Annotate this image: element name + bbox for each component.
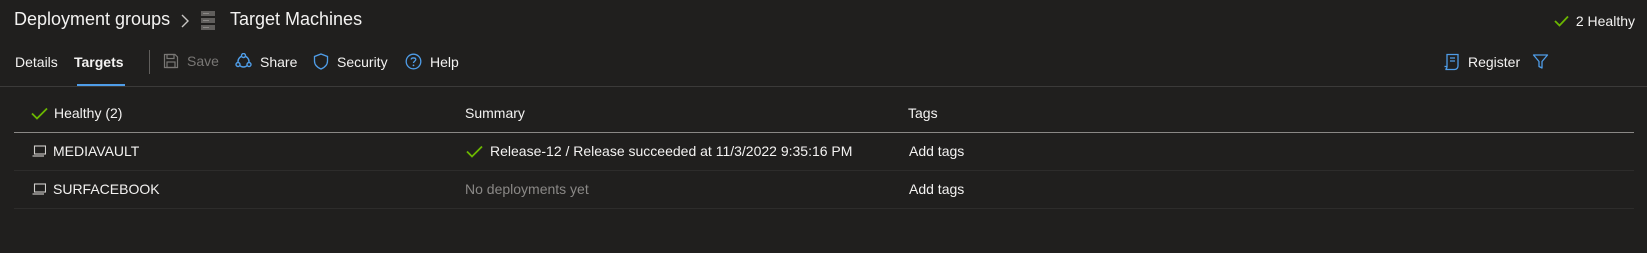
checkmark-icon (1554, 15, 1569, 27)
share-icon (235, 53, 252, 70)
help-icon (405, 53, 422, 70)
share-label: Share (260, 53, 298, 70)
chevron-right-icon (180, 14, 190, 28)
health-summary: 2 Healthy (1554, 13, 1635, 29)
tab-targets[interactable]: Targets (74, 54, 124, 70)
header-bar: Deployment groups Target Machines 2 Heal… (0, 0, 1647, 44)
table-row[interactable]: MEDIAVAULT Release-12 / Release succeede… (14, 133, 1634, 171)
table-header: Healthy (2) Summary Tags (14, 95, 1634, 133)
save-button[interactable]: Save (163, 53, 219, 69)
share-button[interactable]: Share (235, 53, 297, 70)
register-icon (1443, 53, 1460, 71)
security-label: Security (337, 53, 388, 70)
column-header-tags: Tags (908, 105, 938, 121)
deployment-summary[interactable]: Release-12 / Release succeeded at 11/3/2… (466, 143, 852, 159)
column-header-status[interactable]: Healthy (2) (31, 105, 122, 121)
checkmark-icon (466, 145, 483, 158)
deployment-summary-text: No deployments yet (465, 181, 589, 197)
save-icon (163, 53, 179, 69)
help-label: Help (430, 53, 459, 70)
register-label: Register (1468, 54, 1521, 70)
tab-details[interactable]: Details (15, 54, 58, 70)
server-icon (201, 11, 215, 31)
page-title: Target Machines (230, 9, 363, 29)
column-header-status-label: Healthy (2) (54, 105, 123, 121)
healthy-count: 2 Healthy (1575, 13, 1635, 29)
toolbar-divider (149, 50, 150, 74)
add-tags-link[interactable]: Add tags (909, 181, 964, 197)
help-button[interactable]: Help (405, 53, 459, 70)
shield-icon (313, 53, 329, 70)
column-header-tags-label: Tags (908, 105, 938, 121)
table-row[interactable]: SURFACEBOOK No deployments yet Add tags (14, 171, 1634, 209)
column-header-summary: Summary (465, 105, 525, 121)
targets-table: Healthy (2) Summary Tags MEDIAVAULT Rele… (14, 95, 1634, 209)
filter-icon (1532, 53, 1549, 70)
column-header-summary-label: Summary (465, 105, 525, 121)
deployment-summary-text: Release-12 / Release succeeded at 11/3/2… (490, 143, 853, 159)
register-button[interactable]: Register (1443, 53, 1520, 71)
computer-icon (32, 145, 46, 157)
machine-name-cell[interactable]: SURFACEBOOK (32, 181, 160, 197)
breadcrumb-deployment-groups[interactable]: Deployment groups (14, 9, 170, 30)
toolbar-border (0, 86, 1647, 87)
machine-name: SURFACEBOOK (53, 181, 160, 197)
checkmark-icon (31, 107, 48, 120)
filter-button[interactable] (1532, 53, 1549, 70)
toolbar: Details Targets Save Share Security Help… (0, 44, 1647, 86)
machine-name: MEDIAVAULT (53, 143, 140, 159)
machine-name-cell[interactable]: MEDIAVAULT (32, 143, 139, 159)
security-button[interactable]: Security (313, 53, 388, 70)
deployment-summary: No deployments yet (465, 181, 589, 197)
add-tags-link[interactable]: Add tags (909, 143, 964, 159)
save-label: Save (187, 53, 219, 69)
computer-icon (32, 183, 46, 195)
